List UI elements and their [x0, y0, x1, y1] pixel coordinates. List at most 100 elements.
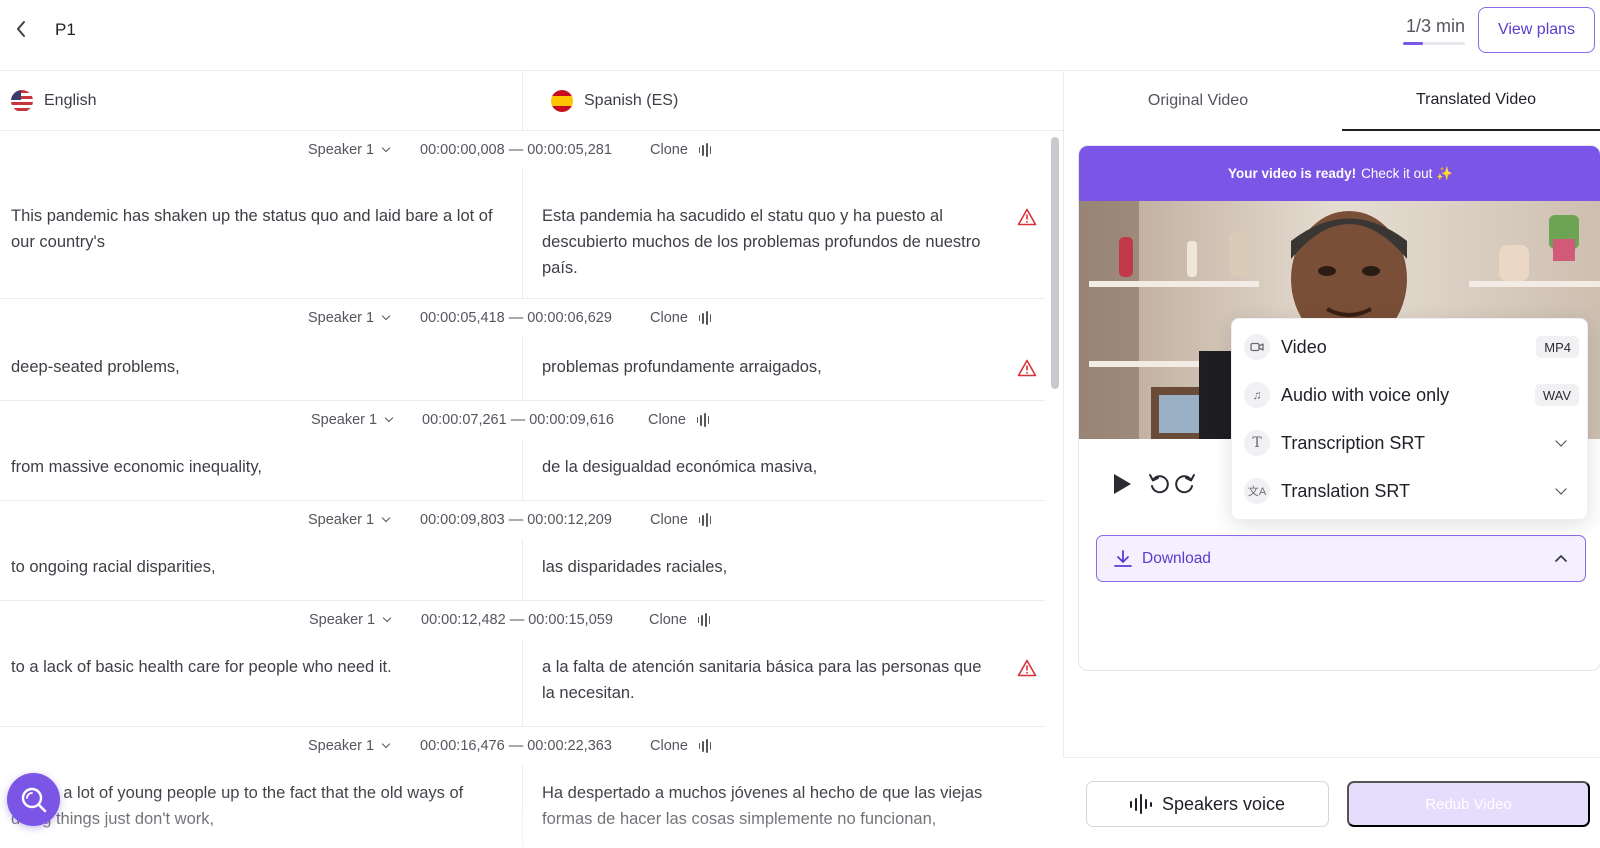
translated-text[interactable]: problemas profundamente arraigados, — [542, 354, 992, 380]
segment-timecode[interactable]: 00:00:16,476 — 00:00:22,363 — [420, 738, 612, 754]
speaker-dropdown[interactable]: Speaker 1 — [308, 310, 391, 326]
speakers-voice-label: Speakers voice — [1161, 793, 1286, 814]
us-flag-icon — [11, 90, 33, 112]
download-option-audio[interactable]: ♫ Audio with voice only WAV — [1232, 371, 1589, 419]
ready-banner-title: Your video is ready! — [1228, 166, 1357, 181]
search-icon — [21, 787, 46, 812]
chevron-down-icon — [1555, 435, 1567, 447]
segment-meta: Speaker 1 00:00:00,008 — 00:00:05,281 Cl… — [0, 131, 1045, 169]
download-option-video[interactable]: Video MP4 — [1232, 323, 1589, 371]
speaker-dropdown[interactable]: Speaker 1 — [308, 142, 391, 158]
video-tabs: Original Video Translated Video — [1064, 71, 1600, 131]
segment-divider — [522, 639, 523, 727]
segment-timecode[interactable]: 00:00:12,482 — 00:00:15,059 — [421, 612, 613, 628]
waveform-icon — [697, 613, 711, 627]
segment-timecode[interactable]: 00:00:09,803 — 00:00:12,209 — [420, 512, 612, 528]
tab-original-video[interactable]: Original Video — [1064, 71, 1332, 131]
speaker-label: Speaker 1 — [308, 310, 375, 326]
segment-list: Speaker 1 00:00:00,008 — 00:00:05,281 Cl… — [0, 131, 1045, 848]
source-text[interactable]: to a lack of basic health care for peopl… — [11, 654, 501, 680]
segment-divider — [522, 169, 523, 299]
source-text[interactable]: deep-seated problems, — [11, 354, 501, 380]
chevron-down-icon — [381, 311, 391, 321]
segment-meta: Speaker 1 00:00:07,261 — 00:00:09,616 Cl… — [0, 401, 1045, 439]
download-option-translation[interactable]: 文A Translation SRT — [1232, 467, 1589, 515]
rewind-icon[interactable] — [1148, 472, 1170, 494]
search-fab-button[interactable] — [7, 773, 60, 826]
translated-text[interactable]: Ha despertado a muchos jóvenes al hecho … — [542, 780, 992, 832]
redub-video-button[interactable]: Redub Video — [1347, 781, 1590, 827]
speaker-dropdown[interactable]: Speaker 1 — [308, 738, 391, 754]
usage-progress-bar — [1403, 42, 1465, 45]
warning-icon[interactable] — [1017, 359, 1037, 377]
speaker-dropdown[interactable]: Speaker 1 — [308, 512, 391, 528]
bottom-action-bar: Speakers voice Redub Video — [1063, 757, 1600, 848]
chevron-down-icon — [381, 513, 391, 523]
forward-icon[interactable] — [1174, 472, 1196, 494]
segment-scrollbar[interactable] — [1048, 131, 1062, 848]
language-header: English Spanish (ES) — [0, 71, 1063, 131]
source-text[interactable]: This pandemic has shaken up the status q… — [11, 203, 501, 255]
waveform-icon — [698, 739, 712, 753]
source-language[interactable]: English — [11, 71, 96, 131]
format-badge: MP4 — [1536, 336, 1579, 358]
segment-divider — [522, 337, 523, 401]
clone-voice-button[interactable]: Clone — [650, 310, 712, 326]
clone-label: Clone — [648, 412, 686, 428]
warning-icon[interactable] — [1017, 208, 1037, 226]
play-icon[interactable] — [1111, 472, 1133, 496]
download-icon — [1114, 550, 1132, 567]
warning-icon[interactable] — [1017, 659, 1037, 677]
speakers-voice-button[interactable]: Speakers voice — [1086, 781, 1329, 827]
speaker-label: Speaker 1 — [309, 612, 376, 628]
source-text[interactable]: woken a lot of young people up to the fa… — [11, 780, 501, 832]
clone-label: Clone — [650, 310, 688, 326]
tab-translated-video[interactable]: Translated Video — [1342, 71, 1600, 131]
translated-text[interactable]: de la desigualdad económica masiva, — [542, 454, 992, 480]
segment-meta: Speaker 1 00:00:12,482 — 00:00:15,059 Cl… — [0, 601, 1045, 639]
clone-voice-button[interactable]: Clone — [648, 412, 710, 428]
target-language-label: Spanish (ES) — [584, 92, 679, 109]
segment-row: Speaker 1 00:00:00,008 — 00:00:05,281 Cl… — [0, 131, 1045, 299]
speaker-dropdown[interactable]: Speaker 1 — [311, 412, 394, 428]
usage-text: 1/3 min — [1405, 16, 1465, 36]
segment-timecode[interactable]: 00:00:00,008 — 00:00:05,281 — [420, 142, 612, 158]
clone-voice-button[interactable]: Clone — [650, 142, 712, 158]
source-text[interactable]: from massive economic inequality, — [11, 454, 501, 480]
view-plans-button[interactable]: View plans — [1478, 7, 1595, 53]
source-text[interactable]: to ongoing racial disparities, — [11, 554, 501, 580]
speaker-label: Speaker 1 — [308, 512, 375, 528]
download-button[interactable]: Download — [1096, 535, 1586, 582]
text-t-icon: T — [1244, 430, 1270, 456]
clone-label: Clone — [650, 512, 688, 528]
chevron-left-icon — [17, 21, 25, 37]
segment-row: Speaker 1 00:00:16,476 — 00:00:22,363 Cl… — [0, 727, 1045, 848]
waveform-icon — [698, 311, 712, 325]
translated-text[interactable]: a la falta de atención sanitaria básica … — [542, 654, 992, 706]
back-button[interactable] — [10, 17, 32, 41]
scrollbar-thumb[interactable] — [1051, 137, 1059, 389]
translated-text[interactable]: Esta pandemia ha sacudido el statu quo y… — [542, 203, 992, 281]
chevron-down-icon — [381, 143, 391, 153]
project-title: P1 — [55, 20, 76, 39]
chevron-down-icon — [384, 413, 394, 423]
segment-meta: Speaker 1 00:00:05,418 — 00:00:06,629 Cl… — [0, 299, 1045, 337]
waveform-icon — [1129, 794, 1152, 814]
speaker-dropdown[interactable]: Speaker 1 — [309, 612, 392, 628]
speaker-label: Speaker 1 — [311, 412, 378, 428]
usage-meter: 1/3 min — [1403, 16, 1465, 45]
clone-label: Clone — [650, 738, 688, 754]
segment-row: Speaker 1 00:00:07,261 — 00:00:09,616 Cl… — [0, 401, 1045, 501]
language-divider — [522, 71, 523, 131]
target-language[interactable]: Spanish (ES) — [551, 71, 678, 131]
translated-text[interactable]: las disparidades raciales, — [542, 554, 992, 580]
clone-voice-button[interactable]: Clone — [650, 512, 712, 528]
clone-voice-button[interactable]: Clone — [650, 738, 712, 754]
segment-meta: Speaker 1 00:00:16,476 — 00:00:22,363 Cl… — [0, 727, 1045, 765]
segment-timecode[interactable]: 00:00:05,418 — 00:00:06,629 — [420, 310, 612, 326]
clone-voice-button[interactable]: Clone — [649, 612, 711, 628]
es-flag-icon — [551, 90, 573, 112]
music-note-icon: ♫ — [1244, 382, 1270, 408]
segment-timecode[interactable]: 00:00:07,261 — 00:00:09,616 — [422, 412, 614, 428]
download-option-transcription[interactable]: T Transcription SRT — [1232, 419, 1589, 467]
